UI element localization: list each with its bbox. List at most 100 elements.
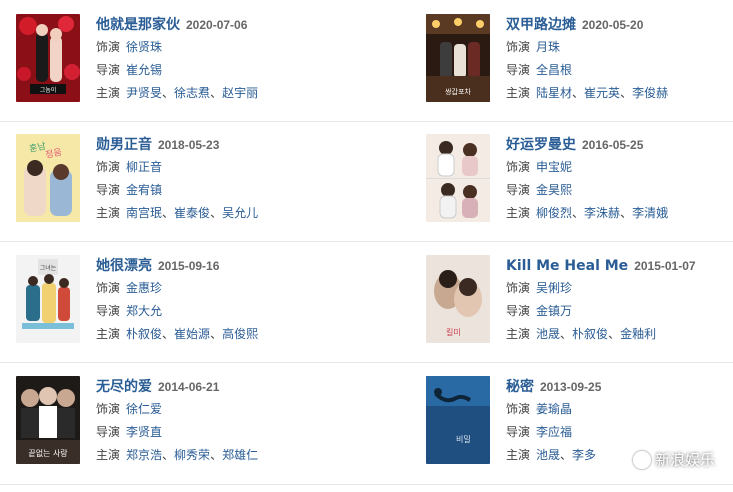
- cast-member[interactable]: 池晟: [536, 448, 560, 462]
- cast-member[interactable]: 池晟: [536, 327, 560, 341]
- air-date: 2018-05-23: [158, 138, 220, 152]
- cast-member[interactable]: 李洙赫: [584, 206, 620, 220]
- cast-label: 主演: [506, 206, 531, 220]
- drama-title[interactable]: Kill Me Heal Me: [506, 258, 628, 274]
- role-label: 饰演: [506, 281, 531, 295]
- drama-title[interactable]: 好运罗曼史: [506, 137, 576, 153]
- role-label: 饰演: [96, 160, 121, 174]
- poster-image[interactable]: [426, 134, 490, 222]
- director-name[interactable]: 金昊熙: [536, 183, 572, 197]
- drama-title[interactable]: 无尽的爱: [96, 379, 152, 395]
- drama-card[interactable]: 훈남 정음 勋男正音 2018-05-23 饰演 柳正音 导演 金宥镇 主演 南宫珉、崔…: [16, 134, 346, 244]
- cast-member[interactable]: 尹贤旻: [126, 86, 162, 100]
- cast-label: 主演: [506, 448, 531, 462]
- director-name[interactable]: 全昌根: [536, 63, 572, 77]
- cast-member[interactable]: 李俊赫: [632, 86, 668, 100]
- cast-member[interactable]: 赵宇丽: [222, 86, 258, 100]
- air-date: 2014-06-21: [158, 380, 220, 394]
- cast-label: 主演: [506, 327, 531, 341]
- cast-label: 主演: [96, 86, 121, 100]
- director-label: 导演: [96, 183, 121, 197]
- director-name[interactable]: 李应福: [536, 425, 572, 439]
- poster-image[interactable]: 끝없는 사랑: [16, 376, 80, 464]
- role-name[interactable]: 徐仁爱: [126, 402, 162, 416]
- role-name[interactable]: 申宝妮: [536, 160, 572, 174]
- role-label: 饰演: [96, 40, 121, 54]
- svg-text:끝없는 사랑: 끝없는 사랑: [28, 448, 68, 458]
- drama-card[interactable]: 그놈이 他就是那家伙 2020-07-06 饰演 徐贤珠 导演 崔允锡 主演 尹贤旻、徐…: [16, 14, 346, 124]
- cast-member[interactable]: 柳秀荣: [174, 448, 210, 462]
- cast-member[interactable]: 吴允儿: [222, 206, 258, 220]
- director-name[interactable]: 金宥镇: [126, 183, 162, 197]
- drama-title[interactable]: 双甲路边摊: [506, 17, 576, 33]
- poster-image[interactable]: 그놈이: [16, 14, 80, 102]
- cast-label: 主演: [506, 86, 531, 100]
- sina-entertainment-watermark: 新浪娱乐: [632, 449, 715, 470]
- poster-image[interactable]: 그녀는: [16, 255, 80, 343]
- cast-member[interactable]: 郑京浩: [126, 448, 162, 462]
- director-label: 导演: [96, 304, 121, 318]
- director-name[interactable]: 郑大允: [126, 304, 162, 318]
- cast-member[interactable]: 崔始源: [174, 327, 210, 341]
- cast-member[interactable]: 郑雄仁: [222, 448, 258, 462]
- row-divider: [0, 484, 733, 485]
- poster-image[interactable]: 비밀: [426, 376, 490, 464]
- director-label: 导演: [506, 63, 531, 77]
- svg-text:비밀: 비밀: [456, 435, 471, 444]
- cast-member[interactable]: 朴叙俊: [572, 327, 608, 341]
- svg-text:그녀는: 그녀는: [40, 264, 57, 272]
- director-label: 导演: [506, 304, 531, 318]
- cast-label: 主演: [96, 206, 121, 220]
- cast-member[interactable]: 金釉利: [620, 327, 656, 341]
- cast-member[interactable]: 南宫珉: [126, 206, 162, 220]
- role-name[interactable]: 柳正音: [126, 160, 162, 174]
- drama-card[interactable]: 쌍갑포차 双甲路边摊 2020-05-20 饰演 月珠 导演 全昌根 主演 陆星材、崔元…: [426, 14, 733, 124]
- cast-member[interactable]: 陆星材: [536, 86, 572, 100]
- role-label: 饰演: [506, 160, 531, 174]
- drama-card[interactable]: 킬미 Kill Me Heal Me 2015-01-07 饰演 吴俐珍 导演 金镇万…: [426, 255, 733, 365]
- role-name[interactable]: 吴俐珍: [536, 281, 572, 295]
- cast-member[interactable]: 李多: [572, 448, 596, 462]
- cast-member[interactable]: 徐志焄: [174, 86, 210, 100]
- drama-card[interactable]: 끝없는 사랑 无尽的爱 2014-06-21 饰演 徐仁爱 导演 李贤直 主演 郑京浩、…: [16, 376, 346, 486]
- role-name[interactable]: 徐贤珠: [126, 40, 162, 54]
- poster-image[interactable]: 킬미: [426, 255, 490, 343]
- row-divider: [0, 362, 733, 363]
- cast-member[interactable]: 朴叙俊: [126, 327, 162, 341]
- drama-title[interactable]: 她很漂亮: [96, 258, 152, 274]
- role-name[interactable]: 月珠: [536, 40, 560, 54]
- director-name[interactable]: 李贤直: [126, 425, 162, 439]
- row-divider: [0, 241, 733, 242]
- drama-title[interactable]: 秘密: [506, 379, 534, 395]
- director-name[interactable]: 崔允锡: [126, 63, 162, 77]
- air-date: 2016-05-25: [582, 138, 644, 152]
- row-divider: [0, 121, 733, 122]
- role-label: 饰演: [506, 40, 531, 54]
- role-name[interactable]: 金惠珍: [126, 281, 162, 295]
- cast-label: 主演: [96, 327, 121, 341]
- air-date: 2020-07-06: [186, 18, 248, 32]
- poster-image[interactable]: 쌍갑포차: [426, 14, 490, 102]
- air-date: 2013-09-25: [540, 380, 602, 394]
- director-name[interactable]: 金镇万: [536, 304, 572, 318]
- poster-image[interactable]: 훈남 정음: [16, 134, 80, 222]
- cast-member[interactable]: 高俊熙: [222, 327, 258, 341]
- director-label: 导演: [506, 183, 531, 197]
- role-name[interactable]: 姜瑜晶: [536, 402, 572, 416]
- svg-text:쌍갑포차: 쌍갑포차: [445, 87, 471, 96]
- cast-member[interactable]: 柳俊烈: [536, 206, 572, 220]
- svg-text:킬미: 킬미: [446, 328, 461, 337]
- cast-member[interactable]: 崔元英: [584, 86, 620, 100]
- drama-title[interactable]: 他就是那家伙: [96, 17, 180, 33]
- role-label: 饰演: [506, 402, 531, 416]
- role-label: 饰演: [96, 402, 121, 416]
- air-date: 2015-09-16: [158, 259, 220, 273]
- drama-title[interactable]: 勋男正音: [96, 137, 152, 153]
- cast-member[interactable]: 崔泰俊: [174, 206, 210, 220]
- air-date: 2015-01-07: [634, 259, 696, 273]
- drama-card[interactable]: 好运罗曼史 2016-05-25 饰演 申宝妮 导演 金昊熙 主演 柳俊烈、李洙赫、李清…: [426, 134, 733, 244]
- drama-list: 그놈이 他就是那家伙 2020-07-06 饰演 徐贤珠 导演 崔允锡 主演 尹贤旻、徐…: [0, 0, 733, 492]
- director-label: 导演: [506, 425, 531, 439]
- drama-card[interactable]: 그녀는 她很漂亮 2015-09-16 饰演 金惠珍 导演 郑大允 主演 朴叙俊、崔始源…: [16, 255, 346, 365]
- cast-member[interactable]: 李清娥: [632, 206, 668, 220]
